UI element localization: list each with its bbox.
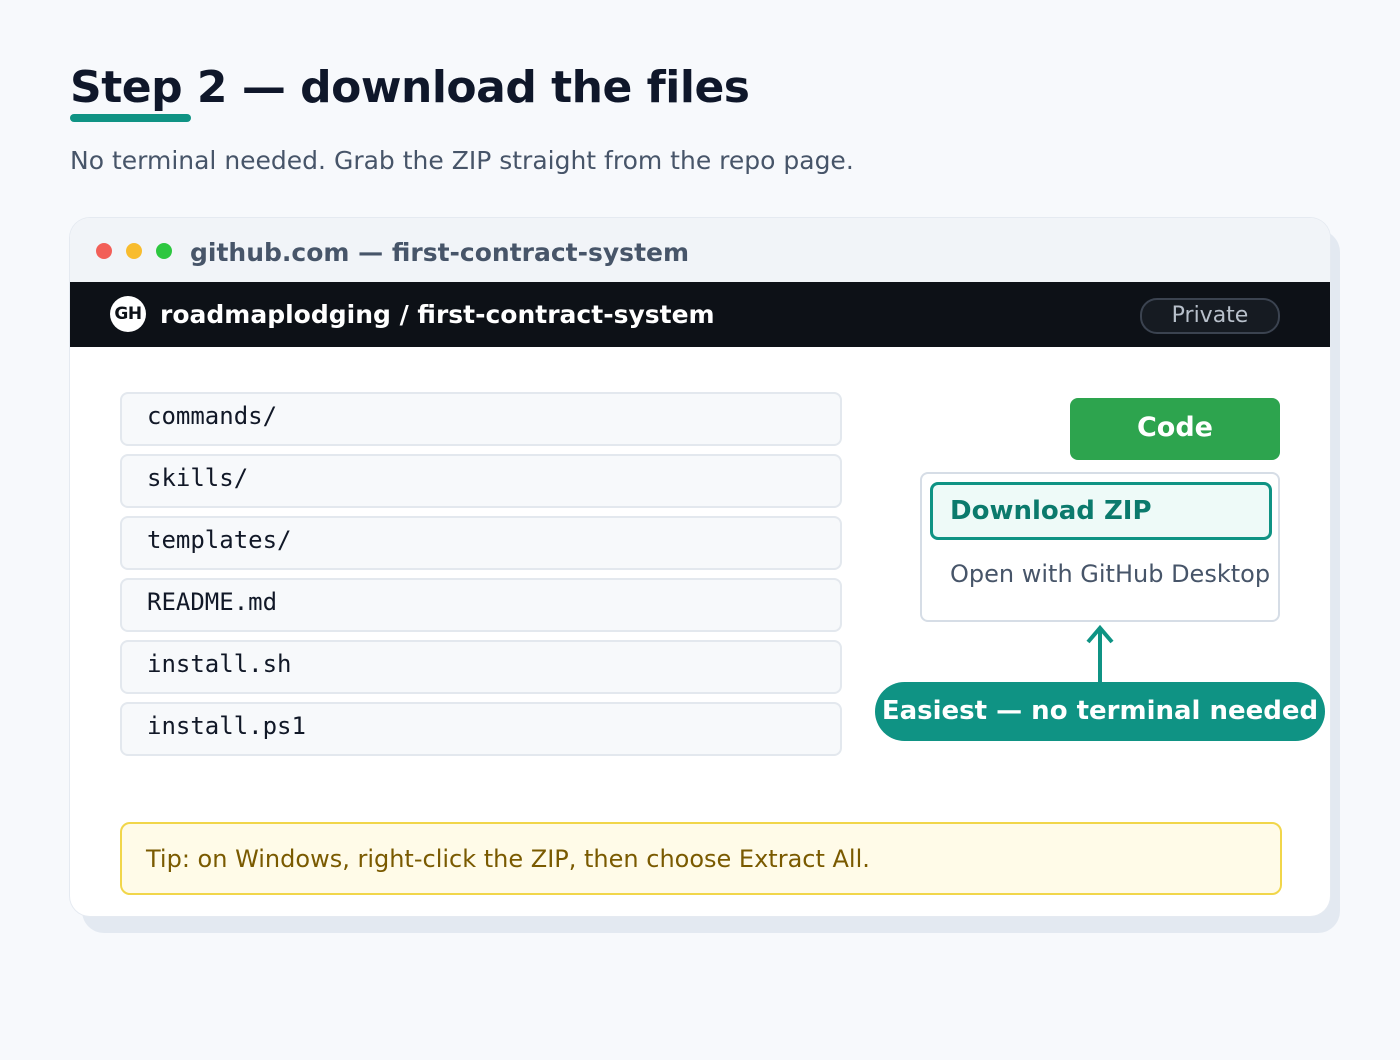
visibility-badge: Private: [1140, 298, 1280, 334]
file-row-commands[interactable]: commands/: [120, 392, 842, 446]
file-row-install-ps1[interactable]: install.ps1: [120, 702, 842, 756]
easiest-callout: Easiest — no terminal needed: [875, 682, 1325, 741]
github-logo-icon: GH: [110, 296, 146, 332]
tip-text: Tip: on Windows, right-click the ZIP, th…: [146, 845, 870, 873]
code-dropdown-menu: Download ZIP Open with GitHub Desktop: [920, 472, 1280, 622]
file-name: README.md: [147, 588, 278, 616]
file-row-install-sh[interactable]: install.sh: [120, 640, 842, 694]
repo-path-link[interactable]: roadmaplodging / first-contract-system: [160, 300, 715, 329]
file-row-skills[interactable]: skills/: [120, 454, 842, 508]
file-name: install.ps1: [147, 712, 306, 740]
open-github-desktop-menu-item[interactable]: Open with GitHub Desktop: [950, 560, 1270, 588]
file-row-readme[interactable]: README.md: [120, 578, 842, 632]
download-zip-menu-item[interactable]: Download ZIP: [930, 482, 1272, 540]
file-name: install.sh: [147, 650, 292, 678]
minimize-window-icon[interactable]: [126, 243, 142, 259]
maximize-window-icon[interactable]: [156, 243, 172, 259]
file-name: skills/: [147, 464, 249, 492]
repo-header: GH roadmaplodging / first-contract-syste…: [70, 282, 1330, 347]
close-window-icon[interactable]: [96, 243, 112, 259]
code-button[interactable]: Code: [1070, 398, 1280, 460]
arrow-up-icon: [1086, 624, 1114, 682]
file-name: commands/: [147, 402, 278, 430]
window-title: github.com — first-contract-system: [190, 238, 690, 267]
page-title: Step 2 — download the files: [70, 62, 750, 113]
file-name: templates/: [147, 526, 292, 554]
page-subtitle: No terminal needed. Grab the ZIP straigh…: [70, 146, 854, 175]
tip-box: Tip: on Windows, right-click the ZIP, th…: [120, 822, 1282, 895]
file-row-templates[interactable]: templates/: [120, 516, 842, 570]
window-titlebar: github.com — first-contract-system: [70, 218, 1330, 282]
browser-window: github.com — first-contract-system GH ro…: [70, 218, 1330, 916]
title-underline: [70, 114, 191, 122]
